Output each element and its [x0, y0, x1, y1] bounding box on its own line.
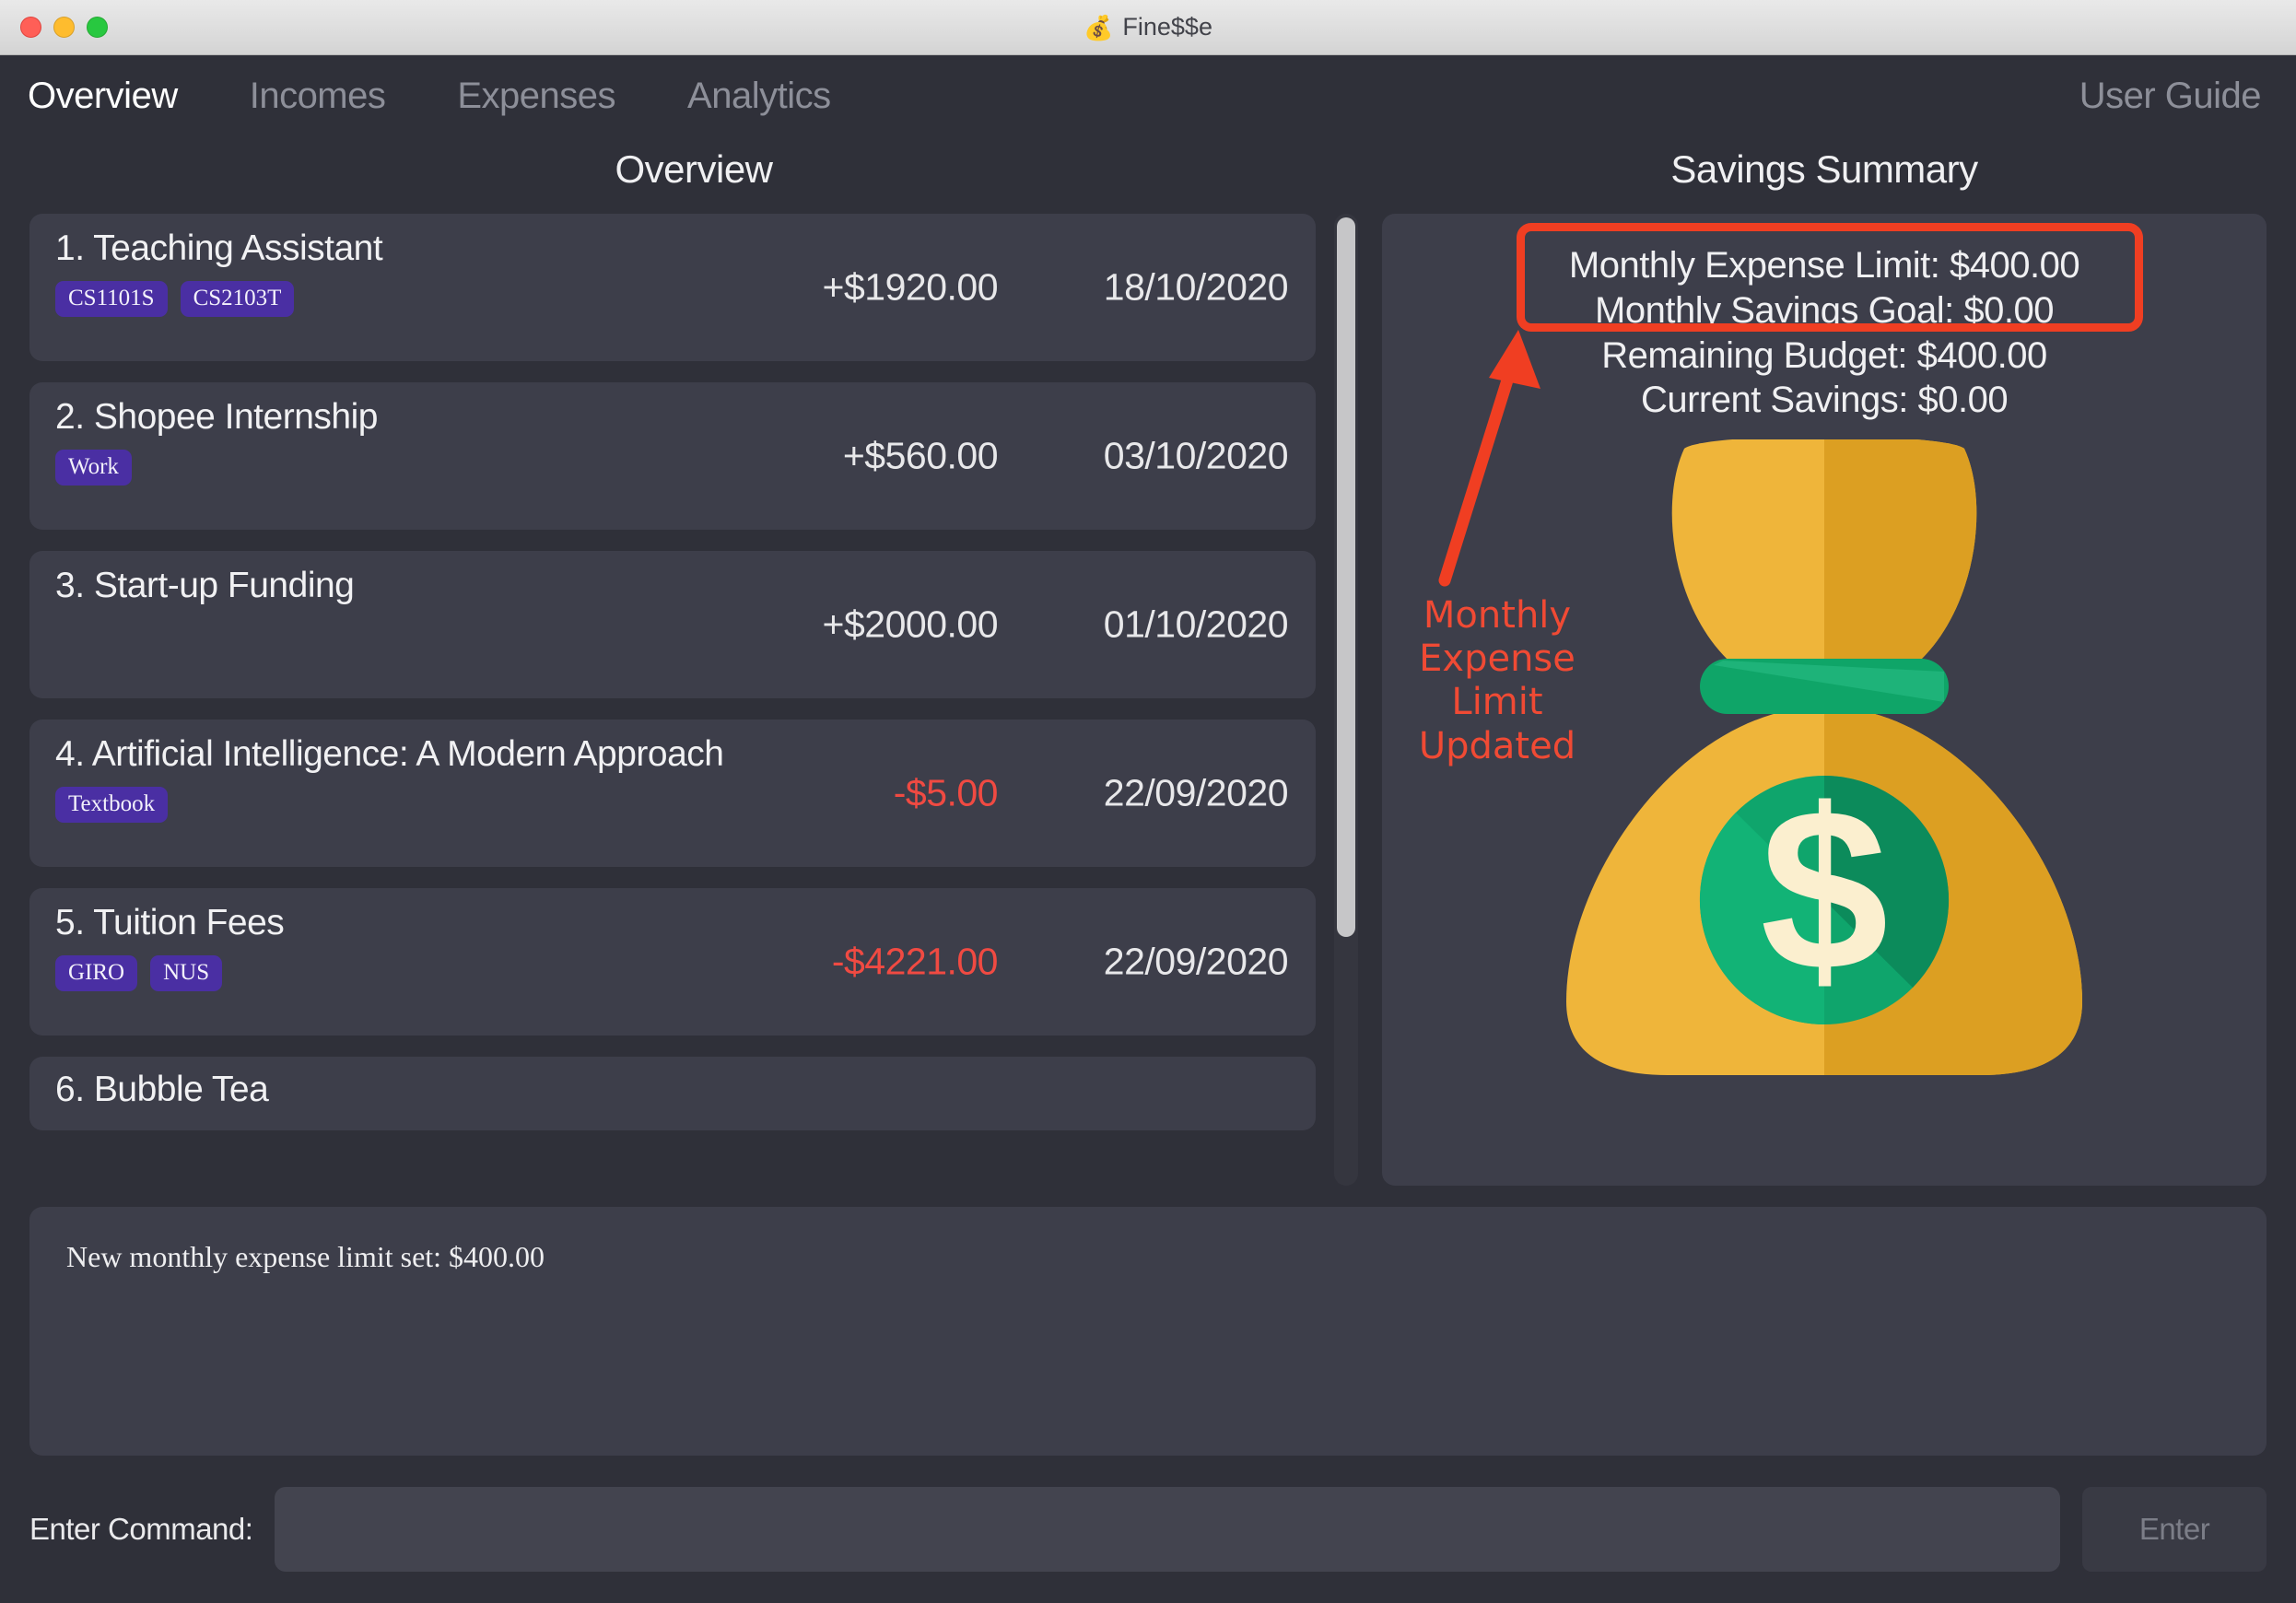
monthly-savings-goal: Monthly Savings Goal: $0.00	[1595, 289, 2054, 331]
transaction-row[interactable]: 6. Bubble Tea	[29, 1057, 1316, 1130]
tag-chip[interactable]: CS2103T	[180, 280, 295, 318]
remaining-budget: Remaining Budget: $400.00	[1601, 334, 2047, 376]
transaction-row[interactable]: 1. Teaching Assistant CS1101S CS2103T +$…	[29, 214, 1316, 361]
savings-heading: Savings Summary	[1670, 147, 1978, 191]
savings-section: Savings Summary Monthly Expense Limit: $…	[1382, 136, 2267, 1186]
tab-overview[interactable]: Overview	[28, 76, 215, 117]
transaction-date: 03/10/2020	[1103, 434, 1289, 477]
transaction-row[interactable]: 4. Artificial Intelligence: A Modern App…	[29, 720, 1316, 867]
transaction-amount: +$2000.00	[822, 603, 999, 646]
transaction-name: 1. Teaching Assistant	[55, 230, 383, 268]
transaction-meta: +$1920.00 18/10/2020	[749, 265, 1289, 310]
enter-button[interactable]: Enter	[2082, 1487, 2267, 1572]
app-window: 💰 Fine$$e Overview Incomes Expenses Anal…	[0, 0, 2296, 1603]
tag-chip[interactable]: Textbook	[55, 786, 169, 824]
tag-chip[interactable]: NUS	[150, 954, 223, 992]
transaction-list: 1. Teaching Assistant CS1101S CS2103T +$…	[29, 214, 1323, 1186]
transaction-info: 6. Bubble Tea	[55, 1071, 1288, 1109]
overview-section: Overview 1. Teaching Assistant CS1101S C…	[29, 136, 1358, 1186]
savings-panel: Monthly Expense Limit: $400.00 Monthly S…	[1382, 214, 2267, 1186]
transaction-date: 22/09/2020	[1103, 940, 1289, 983]
dollar-sign-icon: $	[1760, 761, 1888, 1018]
transaction-meta: -$4221.00 22/09/2020	[749, 940, 1289, 984]
transaction-name: 6. Bubble Tea	[55, 1071, 269, 1109]
monthly-expense-limit: Monthly Expense Limit: $400.00	[1568, 245, 2080, 286]
main-content: Overview 1. Teaching Assistant CS1101S C…	[0, 136, 2296, 1186]
money-bag-svg: $	[1566, 439, 2082, 1076]
window-title: 💰 Fine$$e	[0, 13, 2296, 41]
transaction-list-wrapper: 1. Teaching Assistant CS1101S CS2103T +$…	[29, 214, 1358, 1186]
zoom-button[interactable]	[87, 17, 108, 38]
tag-chip[interactable]: CS1101S	[55, 280, 168, 318]
transaction-row[interactable]: 5. Tuition Fees GIRO NUS -$4221.00 22/09…	[29, 888, 1316, 1036]
overview-heading: Overview	[615, 147, 773, 191]
menu-bar: Overview Incomes Expenses Analytics User…	[0, 55, 2296, 136]
transaction-amount: -$4221.00	[831, 940, 999, 983]
transaction-date: 18/10/2020	[1103, 265, 1289, 309]
tab-list: Overview Incomes Expenses Analytics	[28, 76, 903, 117]
tab-incomes[interactable]: Incomes	[250, 76, 423, 117]
command-label: Enter Command:	[29, 1512, 253, 1546]
transaction-date: 22/09/2020	[1103, 771, 1289, 814]
transaction-meta: +$560.00 03/10/2020	[749, 434, 1289, 478]
transaction-name: 2. Shopee Internship	[55, 399, 378, 437]
transaction-meta: -$5.00 22/09/2020	[749, 771, 1289, 815]
transaction-amount: -$5.00	[893, 771, 999, 814]
close-button[interactable]	[20, 17, 41, 38]
list-scrollbar[interactable]	[1334, 214, 1358, 1186]
result-message: New monthly expense limit set: $400.00	[66, 1240, 545, 1273]
transaction-name: 3. Start-up Funding	[55, 567, 355, 605]
result-display: New monthly expense limit set: $400.00	[29, 1207, 2267, 1456]
window-title-text: Fine$$e	[1122, 13, 1212, 41]
command-input[interactable]	[275, 1487, 2060, 1572]
money-bag-icon: 💰	[1084, 13, 1114, 41]
tag-chip[interactable]: GIRO	[55, 954, 138, 992]
transaction-name: 5. Tuition Fees	[55, 905, 285, 942]
scrollbar-thumb[interactable]	[1337, 217, 1355, 937]
window-controls	[20, 17, 108, 38]
transaction-name: 4. Artificial Intelligence: A Modern App…	[55, 736, 724, 774]
transaction-amount: +$560.00	[842, 434, 999, 477]
tab-expenses[interactable]: Expenses	[457, 76, 652, 117]
transaction-row[interactable]: 3. Start-up Funding +$2000.00 01/10/2020	[29, 551, 1316, 698]
transaction-date: 01/10/2020	[1103, 603, 1289, 646]
money-bag-illustration: $	[1539, 439, 2110, 1084]
minimize-button[interactable]	[53, 17, 75, 38]
transaction-meta: +$2000.00 01/10/2020	[749, 603, 1289, 647]
tag-chip[interactable]: Work	[55, 449, 132, 486]
window-titlebar: 💰 Fine$$e	[0, 0, 2296, 55]
transaction-info: 3. Start-up Funding	[55, 567, 1288, 605]
transaction-amount: +$1920.00	[822, 265, 999, 309]
current-savings: Current Savings: $0.00	[1640, 380, 2009, 421]
transaction-row[interactable]: 2. Shopee Internship Work +$560.00 03/10…	[29, 382, 1316, 530]
tab-analytics[interactable]: Analytics	[687, 76, 868, 117]
command-bar: Enter Command: Enter	[0, 1456, 2296, 1603]
user-guide-link[interactable]: User Guide	[2079, 76, 2262, 117]
